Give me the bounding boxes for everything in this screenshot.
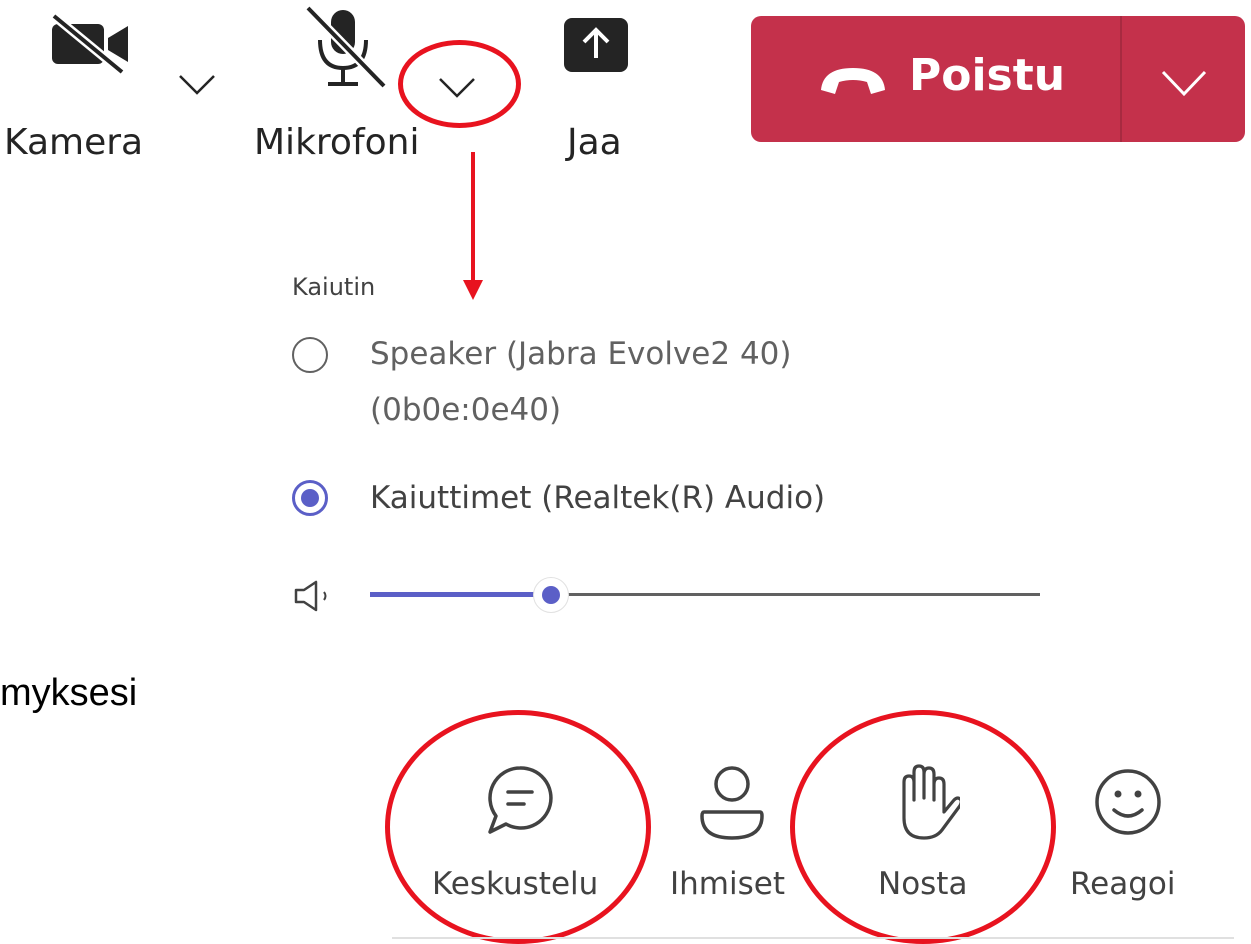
person-icon <box>694 762 770 842</box>
leave-button-group: Poistu <box>751 16 1245 142</box>
speaker-section-header: Kaiutin <box>292 273 376 301</box>
phone-hangup-icon <box>817 60 889 100</box>
camera-button[interactable]: Kamera <box>0 0 175 170</box>
background-text: myksesi <box>0 672 138 714</box>
leave-button[interactable]: Poistu <box>751 16 1120 142</box>
speaker-option-label: Kaiuttimet (Realtek(R) Audio) <box>370 480 826 516</box>
speaker-icon <box>292 579 338 613</box>
annotation-arrow <box>463 152 483 300</box>
speaker-option-label: Speaker (Jabra Evolve2 40) <box>370 336 792 372</box>
camera-options-chevron-icon[interactable] <box>177 72 217 98</box>
leave-options-button[interactable] <box>1122 16 1245 142</box>
annotation-circle-microphone-options <box>398 40 521 128</box>
microphone-label: Mikrofoni <box>254 122 420 163</box>
react-label: Reagoi <box>1070 866 1176 902</box>
mic-off-icon <box>300 4 390 90</box>
speaker-option-jabra[interactable]: Speaker (Jabra Evolve2 40) (0b0e:0e40) <box>290 326 910 446</box>
bottom-bar-divider <box>392 937 1234 939</box>
volume-slider-thumb[interactable] <box>533 577 569 613</box>
speaker-option-realtek[interactable]: Kaiuttimet (Realtek(R) Audio) <box>290 470 910 530</box>
speaker-option-label-line2: (0b0e:0e40) <box>370 392 562 428</box>
share-label: Jaa <box>567 122 622 163</box>
chevron-down-icon <box>1160 68 1208 98</box>
volume-slider[interactable] <box>360 570 1050 620</box>
share-button[interactable]: Jaa <box>540 0 660 170</box>
camera-label: Kamera <box>4 122 144 163</box>
react-button[interactable]: Reagoi <box>1060 750 1210 920</box>
people-label: Ihmiset <box>670 866 785 902</box>
smiley-icon <box>1090 764 1166 840</box>
volume-slider-fill <box>370 592 551 597</box>
video-off-icon <box>48 14 132 74</box>
people-button[interactable]: Ihmiset <box>660 750 805 920</box>
radio-button-selected[interactable] <box>292 480 328 516</box>
share-upload-icon <box>560 14 632 78</box>
leave-label: Poistu <box>909 50 1066 101</box>
radio-button[interactable] <box>292 337 328 373</box>
annotation-circle-chat <box>385 710 651 944</box>
annotation-circle-raise-hand <box>790 710 1056 944</box>
